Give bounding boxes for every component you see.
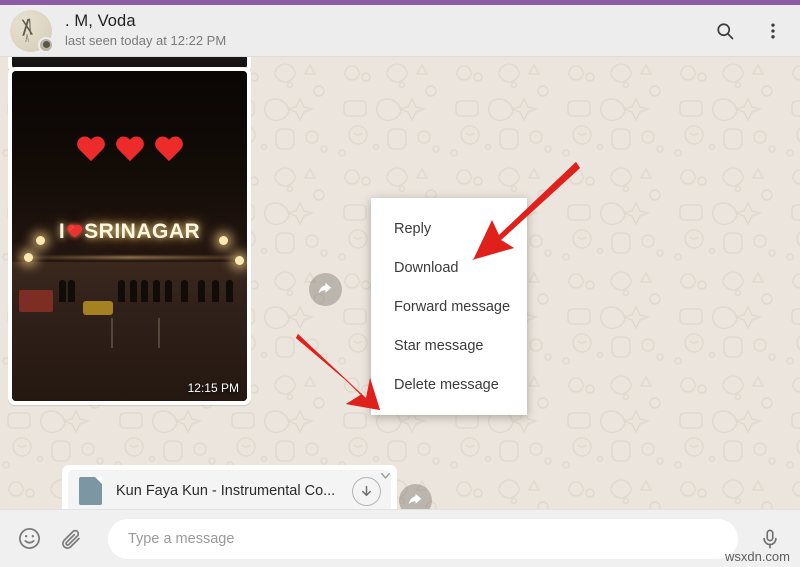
photo-person (197, 280, 205, 302)
site-watermark: wsxdn.com (724, 549, 790, 564)
download-arrow-icon[interactable] (352, 476, 381, 506)
heart-icon (76, 137, 106, 164)
message-bubble-image[interactable]: I SRINAGAR 12:15 PM (8, 67, 251, 405)
context-menu-item-star-message[interactable]: Star message (371, 326, 527, 365)
contact-status: last seen today at 12:22 PM (65, 33, 227, 48)
photo-person (211, 280, 219, 302)
heart-icon (67, 225, 82, 239)
chevron-down-icon[interactable] (378, 468, 393, 488)
avatar-badge-icon (38, 36, 54, 53)
photo-srinagar[interactable]: I SRINAGAR 12:15 PM (12, 71, 247, 401)
search-icon[interactable] (712, 18, 738, 44)
photo-road-marking (110, 318, 113, 349)
photo-bicycle (82, 301, 113, 316)
photo-food-cart (19, 289, 54, 312)
message-context-menu[interactable]: Reply Download Forward message Star mess… (371, 198, 527, 415)
photo-light-strip (16, 255, 243, 259)
street-lamp-icon (235, 255, 245, 265)
street-lamp-icon (23, 252, 33, 262)
photo-person (68, 280, 76, 302)
photo-person (129, 280, 137, 302)
sign-right-text: SRINAGAR (84, 219, 201, 243)
photo-person (59, 280, 66, 302)
photo-sign-text: I SRINAGAR (59, 220, 200, 244)
street-lamp-icon (218, 236, 228, 245)
header-actions (712, 18, 786, 44)
emoji-smiley-icon[interactable] (14, 524, 44, 554)
message-composer-bar (0, 509, 800, 567)
audio-file-title: Kun Faya Kun - Instrumental Co... (116, 483, 336, 499)
chat-header: . M, Voda last seen today at 12:22 PM (0, 5, 800, 57)
overflow-menu-icon[interactable] (760, 18, 786, 44)
context-menu-item-download[interactable]: Download (371, 248, 527, 287)
photo-heart-balloons (76, 137, 184, 164)
context-menu-item-delete-message[interactable]: Delete message (371, 365, 527, 404)
message-bubble-audio-file[interactable]: Kun Faya Kun - Instrumental Co... MP3 · … (62, 465, 397, 509)
photo-person (164, 280, 172, 302)
context-menu-item-reply[interactable]: Reply (371, 209, 527, 248)
whatsapp-window: . M, Voda last seen today at 12:22 PM I … (0, 0, 800, 567)
paperclip-icon[interactable] (56, 524, 86, 554)
heart-icon (115, 137, 145, 164)
photo-person (117, 280, 125, 302)
sign-left-text: I (58, 219, 66, 243)
document-file-icon (79, 477, 102, 505)
avatar[interactable] (10, 9, 54, 53)
message-timestamp: 12:15 PM (187, 381, 239, 395)
photo-person (153, 280, 160, 302)
message-input[interactable] (108, 518, 738, 559)
forward-arrow-icon[interactable] (309, 273, 342, 306)
context-menu-item-forward-message[interactable]: Forward message (371, 287, 527, 326)
audio-file-row[interactable]: Kun Faya Kun - Instrumental Co... (68, 470, 391, 509)
photo-person (141, 280, 149, 302)
header-text-block[interactable]: . M, Voda last seen today at 12:22 PM (65, 12, 712, 49)
forward-arrow-icon[interactable] (399, 484, 432, 509)
photo-road-marking (157, 318, 160, 349)
street-lamp-icon (35, 236, 45, 245)
photo-person (225, 280, 233, 302)
photo-person (181, 280, 189, 302)
contact-name: . M, Voda (65, 12, 136, 30)
heart-icon (154, 137, 184, 164)
